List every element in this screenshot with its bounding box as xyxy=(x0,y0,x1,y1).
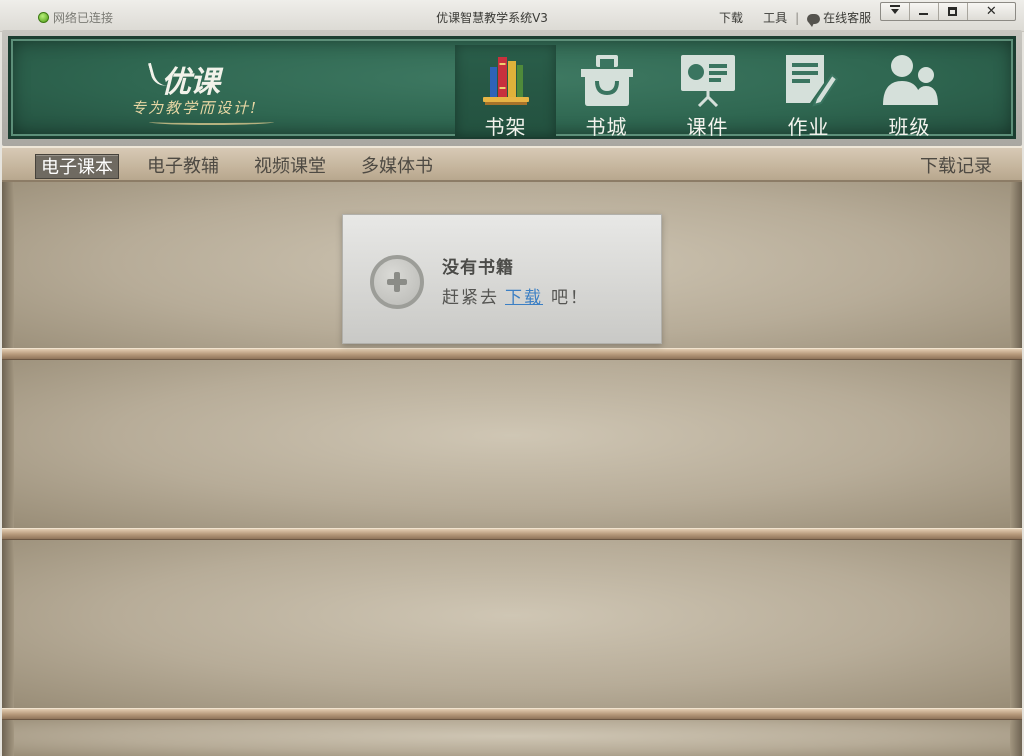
tab-video-classroom[interactable]: 视频课堂 xyxy=(249,154,331,179)
link-separator: | xyxy=(795,10,800,25)
top-download-link[interactable]: 下载 xyxy=(719,9,743,26)
nav-label: 作业 xyxy=(787,115,830,139)
nav-label: 课件 xyxy=(686,115,729,139)
nav-label: 书架 xyxy=(484,115,527,139)
minimize-button[interactable] xyxy=(910,3,939,20)
shopping-bag-icon xyxy=(580,55,633,106)
window-menu-button[interactable] xyxy=(881,3,910,20)
shelf-plank xyxy=(2,348,1022,360)
nav-label: 书城 xyxy=(585,115,628,139)
logo-swoosh xyxy=(149,119,274,125)
nav-label: 班级 xyxy=(888,115,931,139)
maximize-icon xyxy=(948,7,958,16)
nav-bookshelf[interactable]: 书架 xyxy=(455,45,556,139)
notice-title: 没有书籍 xyxy=(442,258,514,278)
minimize-icon xyxy=(919,12,929,15)
close-button[interactable]: ✕ xyxy=(968,3,1015,20)
maximize-button[interactable] xyxy=(939,3,968,20)
download-record-link[interactable]: 下载记录 xyxy=(915,154,997,179)
close-icon: ✕ xyxy=(985,4,997,19)
main-nav: 书架 书城 课件 作业 班级 xyxy=(455,45,960,139)
header: 优课 专为教学而设计! 书架 书城 课件 作业 班级 xyxy=(2,30,1022,146)
top-links: 下载 | 工具 | 在线客服 xyxy=(719,9,872,27)
logo-slogan: 专为教学而设计! xyxy=(131,99,259,117)
notice-prefix: 赶紧去 xyxy=(442,288,499,308)
homework-icon xyxy=(785,55,838,107)
top-tools-link[interactable]: 工具 xyxy=(763,9,787,26)
notice-suffix: 吧！ xyxy=(551,288,589,308)
chat-icon xyxy=(807,13,821,27)
shelf-plank xyxy=(2,528,1022,540)
nav-homework[interactable]: 作业 xyxy=(758,45,859,139)
notice-download-link[interactable]: 下载 xyxy=(505,288,543,308)
title-bar: 网络已连接 优课智慧教学系统V3 下载 | 工具 | 在线客服 ✕ xyxy=(0,0,1024,32)
users-icon xyxy=(882,55,938,105)
empty-books-notice: 没有书籍 赶紧去 下载 吧！ xyxy=(342,214,662,344)
add-book-icon[interactable] xyxy=(370,255,424,309)
header-board: 优课 专为教学而设计! 书架 书城 课件 作业 班级 xyxy=(8,36,1016,139)
category-tabbar: 电子课本 电子教辅 视频课堂 多媒体书 下载记录 xyxy=(2,146,1022,182)
window-controls: ✕ xyxy=(880,2,1016,21)
nav-class[interactable]: 班级 xyxy=(859,45,960,139)
nav-courseware[interactable]: 课件 xyxy=(657,45,758,139)
tab-multimedia-books[interactable]: 多媒体书 xyxy=(356,154,438,179)
tab-e-supplementary[interactable]: 电子教辅 xyxy=(142,154,224,179)
logo-text: 优课 xyxy=(161,65,220,100)
shelf-plank xyxy=(2,708,1022,720)
menu-down-icon xyxy=(889,5,900,14)
shelf-row xyxy=(2,360,1022,528)
shelf-row xyxy=(2,540,1022,708)
nav-bookstore[interactable]: 书城 xyxy=(556,45,657,139)
notice-message: 赶紧去 下载 吧！ xyxy=(442,283,589,308)
tab-e-textbook[interactable]: 电子课本 xyxy=(35,154,119,179)
bookshelf-icon xyxy=(482,57,529,105)
online-service-link[interactable]: 在线客服 xyxy=(807,9,872,27)
presentation-icon xyxy=(680,55,735,107)
online-service-label: 在线客服 xyxy=(823,11,872,25)
shelf-row xyxy=(2,720,1022,756)
app-logo: 优课 专为教学而设计! xyxy=(131,57,301,127)
